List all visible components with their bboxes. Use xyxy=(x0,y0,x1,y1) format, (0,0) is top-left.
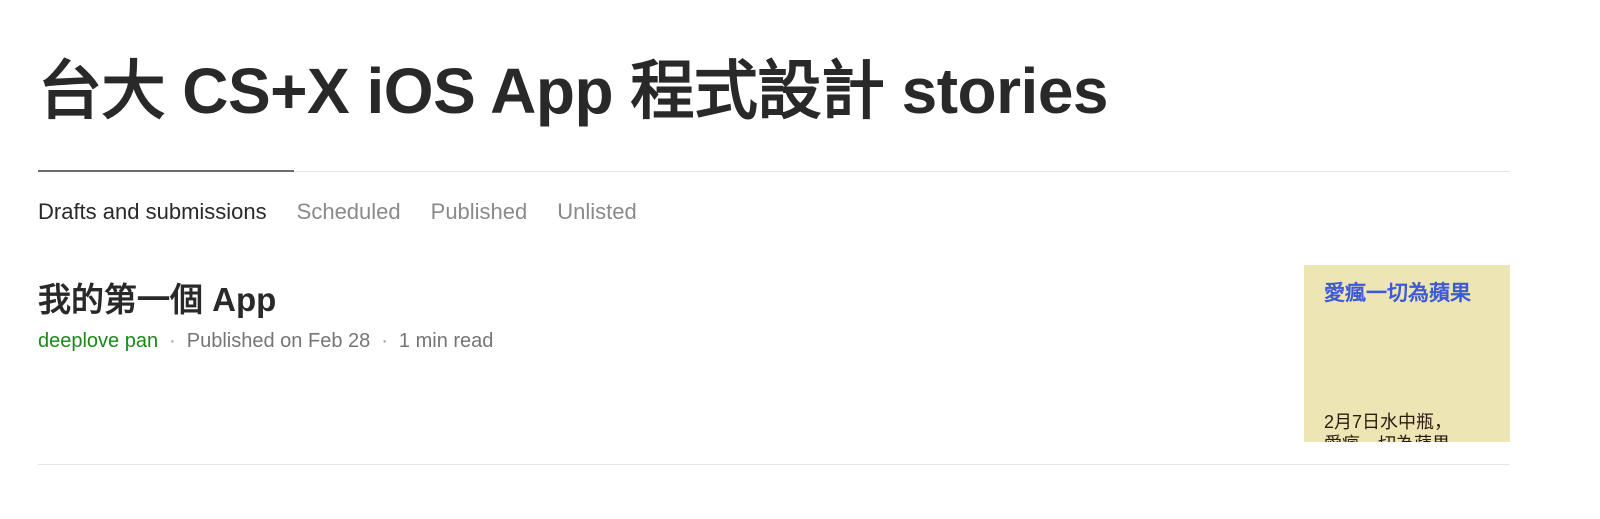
thumbnail-text-line: 愛瘋一切為蘋果 xyxy=(1324,430,1450,442)
story-list-item[interactable]: 我的第一個 App deeplove pan · Published on Fe… xyxy=(38,265,1510,442)
story-meta: deeplove pan · Published on Feb 28 · 1 m… xyxy=(38,330,493,353)
story-thumbnail[interactable]: 愛瘋一切為蘋果 2月7日水中瓶， 愛瘋一切為蘋果 xyxy=(1304,265,1510,442)
thumbnail-heading: 愛瘋一切為蘋果 xyxy=(1324,282,1471,305)
author-link[interactable]: deeplove pan xyxy=(38,330,158,353)
tab-drafts-and-submissions[interactable]: Drafts and submissions xyxy=(38,199,267,225)
meta-separator: · xyxy=(381,330,388,352)
active-tab-indicator xyxy=(38,170,294,172)
story-title[interactable]: 我的第一個 App xyxy=(38,273,276,321)
publication-title: 台大 CS+X iOS App 程式設計 stories xyxy=(38,55,1109,127)
tab-unlisted[interactable]: Unlisted xyxy=(557,199,636,225)
published-date: Published on Feb 28 xyxy=(186,330,371,352)
tab-scheduled[interactable]: Scheduled xyxy=(297,199,401,225)
meta-separator: · xyxy=(169,330,176,352)
list-divider xyxy=(38,464,1510,465)
read-time: 1 min read xyxy=(398,330,494,352)
tab-published[interactable]: Published xyxy=(431,199,528,225)
stories-page: 台大 CS+X iOS App 程式設計 stories Drafts and … xyxy=(0,0,1600,519)
story-tabs: Drafts and submissions Scheduled Publish… xyxy=(38,199,637,225)
